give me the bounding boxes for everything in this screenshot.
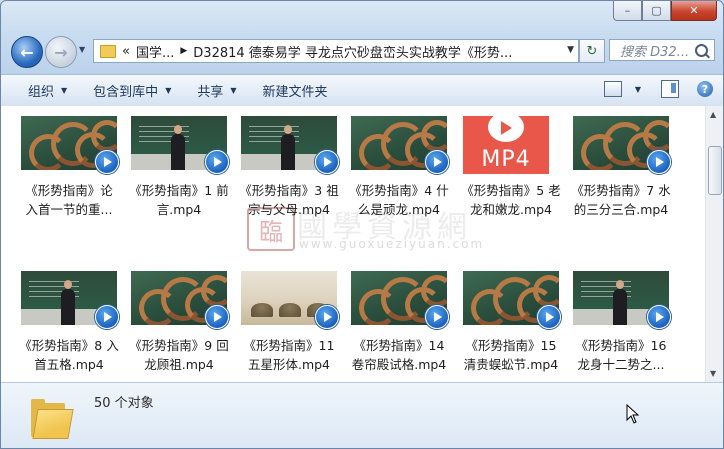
- media-player-icon: [205, 150, 229, 174]
- file-name: 《形势指南》11 五星形体.mp4: [243, 338, 335, 372]
- scroll-down-arrow-icon[interactable]: ▼: [710, 369, 716, 378]
- chevron-down-icon: ▼: [230, 86, 237, 95]
- recent-pages-dropdown[interactable]: ▼: [79, 45, 85, 54]
- forward-button[interactable]: →: [45, 36, 77, 68]
- back-button[interactable]: ←: [11, 36, 43, 68]
- file-name: 《形势指南》8 入 首五格.mp4: [19, 338, 119, 372]
- vertical-scrollbar[interactable]: ▲ ▼: [705, 106, 723, 382]
- file-name: 《形势指南》14 卷帘殿试格.mp4: [351, 338, 447, 372]
- folder-icon: [100, 44, 116, 58]
- file-name: 《形势指南》3 祖 宗与父母.mp4: [239, 183, 339, 217]
- file-name: 《形势指南》15 清贵蜈蚣节.mp4: [463, 338, 559, 372]
- folder-icon: [31, 397, 74, 439]
- media-player-icon: [537, 305, 561, 329]
- scrollbar-thumb[interactable]: [708, 146, 722, 195]
- media-player-icon: [315, 305, 339, 329]
- breadcrumb-separator-icon[interactable]: ▶: [180, 46, 187, 56]
- help-icon[interactable]: ?: [697, 81, 713, 97]
- scroll-up-arrow-icon[interactable]: ▲: [710, 110, 716, 119]
- address-dropdown-icon[interactable]: ▼: [567, 45, 574, 55]
- media-player-icon: [95, 305, 119, 329]
- file-name: 《形势指南》论 入首一节的重...: [25, 183, 113, 217]
- watermark-url: www.guoxueziyuan.com: [299, 237, 485, 251]
- mp4-label: MP4: [481, 147, 531, 172]
- view-options-dropdown[interactable]: ▼: [635, 85, 641, 94]
- command-bar: 组织 ▼ 包含到库中 ▼ 共享 ▼ 新建文件夹 ▼ ?: [1, 74, 723, 107]
- breadcrumb-overflow[interactable]: «: [122, 44, 130, 59]
- media-player-icon: [95, 150, 119, 174]
- refresh-button[interactable]: ↻: [579, 39, 605, 63]
- file-name: 《形势指南》9 回 龙顾祖.mp4: [129, 338, 229, 372]
- media-player-icon: [425, 305, 449, 329]
- organize-menu[interactable]: 组织 ▼: [28, 81, 67, 100]
- media-player-icon: [647, 305, 671, 329]
- search-input[interactable]: 搜索 D32...: [609, 39, 715, 61]
- file-name: 《形势指南》16 龙身十二势之...: [575, 338, 667, 372]
- video-reel-icon: [488, 112, 524, 142]
- share-menu[interactable]: 共享 ▼: [197, 81, 236, 100]
- minimize-button[interactable]: –: [613, 1, 642, 21]
- explorer-window: – ▢ ✕ ← → ▼ « 国学... ▶ D32814 德泰易学 寻龙点穴砂盘…: [0, 0, 724, 449]
- chevron-down-icon: ▼: [165, 86, 172, 95]
- object-count: 50 个对象: [94, 396, 154, 411]
- file-name: 《形势指南》7 水 的三分三合.mp4: [571, 183, 671, 217]
- new-folder-button[interactable]: 新建文件夹: [263, 81, 328, 100]
- caption-buttons: – ▢ ✕: [613, 1, 717, 21]
- media-player-icon: [205, 305, 229, 329]
- file-name: 《形势指南》5 老 龙和嫩龙.mp4: [461, 183, 561, 217]
- media-player-icon: [315, 150, 339, 174]
- close-button[interactable]: ✕: [671, 1, 717, 21]
- search-icon[interactable]: [695, 44, 708, 57]
- chevron-down-icon: ▼: [61, 86, 68, 95]
- breadcrumb-current-folder[interactable]: D32814 德泰易学 寻龙点穴砂盘峦头实战教学《形势...: [193, 42, 512, 61]
- file-name: 《形势指南》1 前 言.mp4: [129, 183, 229, 217]
- media-player-icon: [647, 150, 671, 174]
- mp4-file-thumbnail: MP4: [463, 112, 549, 174]
- file-name: 《形势指南》4 什 么是顽龙.mp4: [349, 183, 449, 217]
- address-bar[interactable]: « 国学... ▶ D32814 德泰易学 寻龙点穴砂盘峦头实战教学《形势...…: [93, 39, 579, 63]
- include-in-library-label: 包含到库中: [93, 85, 159, 100]
- media-player-icon: [425, 150, 449, 174]
- new-folder-label: 新建文件夹: [262, 85, 328, 100]
- file-list: 臨 國學資源網 www.guoxueziyuan.com 《形势指南》论 入首一…: [1, 106, 705, 382]
- preview-pane-icon[interactable]: [661, 80, 679, 98]
- share-label: 共享: [197, 85, 224, 100]
- maximize-button[interactable]: ▢: [642, 1, 671, 21]
- organize-label: 组织: [28, 85, 55, 100]
- search-placeholder: 搜索 D32...: [620, 44, 690, 60]
- include-in-library-menu[interactable]: 包含到库中 ▼: [93, 81, 171, 100]
- change-view-icon[interactable]: [603, 81, 622, 97]
- breadcrumb-guoxue[interactable]: 国学...: [136, 42, 174, 61]
- details-pane: 50 个对象: [1, 382, 723, 448]
